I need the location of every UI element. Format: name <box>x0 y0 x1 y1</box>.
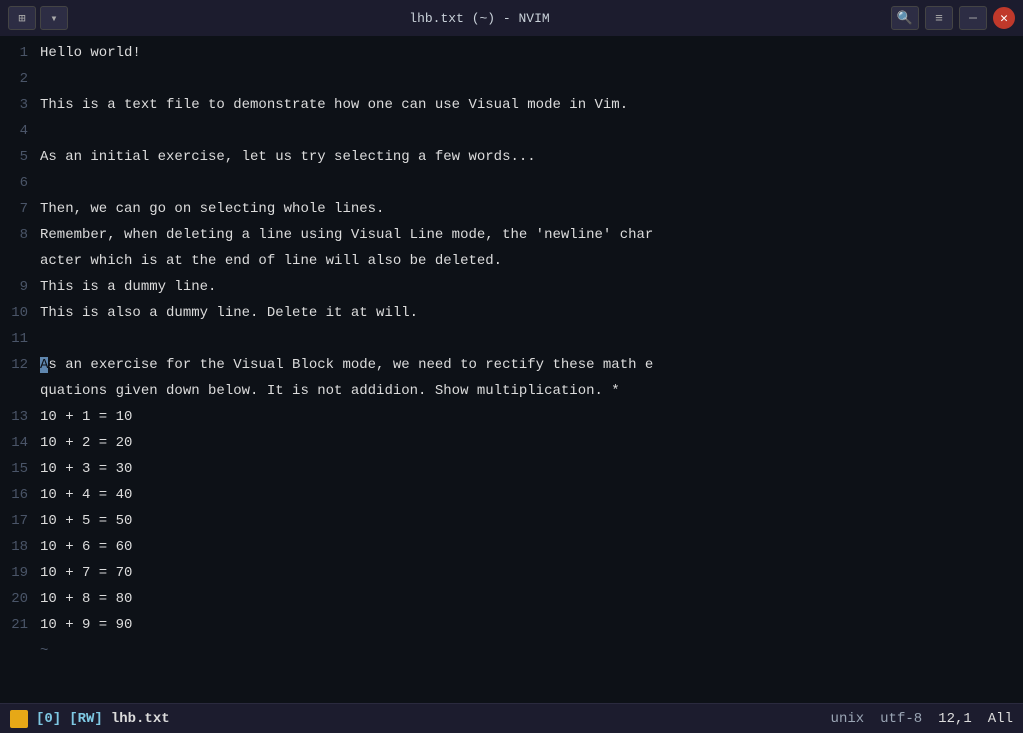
line-content-6 <box>40 170 48 196</box>
line-content-1: Hello world! <box>40 40 141 66</box>
line-content-19: 10 + 7 = 70 <box>40 560 132 586</box>
line-number-5: 5 <box>0 144 40 170</box>
status-indicator <box>10 710 28 728</box>
line-7: 7 Then, we can go on selecting whole lin… <box>0 196 1023 222</box>
line-content-14: 10 + 2 = 20 <box>40 430 132 456</box>
line-number-10: 10 <box>0 300 40 326</box>
statusbar-left: [0] [RW] lhb.txt <box>10 710 170 728</box>
line-16: 16 10 + 4 = 40 <box>0 482 1023 508</box>
status-filename: lhb.txt <box>111 711 170 727</box>
search-icon: 🔍 <box>897 11 913 26</box>
line-19: 19 10 + 7 = 70 <box>0 560 1023 586</box>
line-6: 6 <box>0 170 1023 196</box>
menu-button[interactable]: ≡ <box>925 6 953 30</box>
line-number-1: 1 <box>0 40 40 66</box>
line-content-12: As an exercise for the Visual Block mode… <box>40 352 653 378</box>
cursor: A <box>40 357 48 373</box>
minimize-button[interactable]: ─ <box>959 6 987 30</box>
line-content-20: 10 + 8 = 80 <box>40 586 132 612</box>
line-content-7: Then, we can go on selecting whole lines… <box>40 196 384 222</box>
status-filetype: unix <box>831 711 865 727</box>
line-number-7: 7 <box>0 196 40 222</box>
line-number-15: 15 <box>0 456 40 482</box>
status-rw: [RW] <box>69 711 103 727</box>
line-9: 9 This is a dummy line. <box>0 274 1023 300</box>
line-17: 17 10 + 5 = 50 <box>0 508 1023 534</box>
line-content-13: 10 + 1 = 10 <box>40 404 132 430</box>
line-content-15: 10 + 3 = 30 <box>40 456 132 482</box>
line-number-2: 2 <box>0 66 40 92</box>
line-12: 12 As an exercise for the Visual Block m… <box>0 352 1023 378</box>
line-content-18: 10 + 6 = 60 <box>40 534 132 560</box>
line-number-8: 8 <box>0 222 40 248</box>
titlebar: ⊞ ▾ lhb.txt (~) - NVIM 🔍 ≡ ─ ✕ <box>0 0 1023 36</box>
line-number-18: 18 <box>0 534 40 560</box>
line-content-12-cont: quations given down below. It is not add… <box>40 378 620 404</box>
line-content-8-cont: acter which is at the end of line will a… <box>40 248 502 274</box>
app-icon-button[interactable]: ⊞ <box>8 6 36 30</box>
line-1: 1 Hello world! <box>0 40 1023 66</box>
titlebar-controls: 🔍 ≡ ─ ✕ <box>891 6 1015 30</box>
line-number-14: 14 <box>0 430 40 456</box>
statusbar: [0] [RW] lhb.txt unix utf-8 12,1 All <box>0 703 1023 733</box>
tilde-line: ~ <box>0 638 1023 664</box>
line-content-2 <box>40 66 48 92</box>
line-content-10: This is also a dummy line. Delete it at … <box>40 300 418 326</box>
tilde-content: ~ <box>40 638 48 664</box>
line-number-4: 4 <box>0 118 40 144</box>
line-number-20: 20 <box>0 586 40 612</box>
app-icon: ⊞ <box>18 11 25 26</box>
line-number-21: 21 <box>0 612 40 638</box>
search-button[interactable]: 🔍 <box>891 6 919 30</box>
line-number-19: 19 <box>0 560 40 586</box>
line-5: 5 As an initial exercise, let us try sel… <box>0 144 1023 170</box>
line-content-21: 10 + 9 = 90 <box>40 612 132 638</box>
window-title: lhb.txt (~) - NVIM <box>68 11 891 26</box>
line-10: 10 This is also a dummy line. Delete it … <box>0 300 1023 326</box>
line-2: 2 <box>0 66 1023 92</box>
editor-content: 1 Hello world! 2 3 This is a text file t… <box>0 36 1023 703</box>
line-content-17: 10 + 5 = 50 <box>40 508 132 534</box>
line-18: 18 10 + 6 = 60 <box>0 534 1023 560</box>
status-scroll: All <box>988 711 1013 727</box>
line-number-12: 12 <box>0 352 40 378</box>
editor[interactable]: 1 Hello world! 2 3 This is a text file t… <box>0 36 1023 703</box>
line-number-16: 16 <box>0 482 40 508</box>
titlebar-left: ⊞ ▾ <box>8 6 68 30</box>
status-encoding: utf-8 <box>880 711 922 727</box>
line-content-11 <box>40 326 48 352</box>
close-icon: ✕ <box>1000 11 1008 26</box>
line-12-cont: quations given down below. It is not add… <box>0 378 1023 404</box>
status-position: 12,1 <box>938 711 972 727</box>
statusbar-right: unix utf-8 12,1 All <box>831 711 1013 727</box>
line-content-4 <box>40 118 48 144</box>
line-11: 11 <box>0 326 1023 352</box>
dropdown-icon: ▾ <box>50 11 57 26</box>
menu-icon: ≡ <box>935 11 943 26</box>
line-4: 4 <box>0 118 1023 144</box>
dropdown-button[interactable]: ▾ <box>40 6 68 30</box>
line-number-13: 13 <box>0 404 40 430</box>
line-number-3: 3 <box>0 92 40 118</box>
line-content-9: This is a dummy line. <box>40 274 216 300</box>
close-button[interactable]: ✕ <box>993 7 1015 29</box>
line-3: 3 This is a text file to demonstrate how… <box>0 92 1023 118</box>
line-8: 8 Remember, when deleting a line using V… <box>0 222 1023 248</box>
line-14: 14 10 + 2 = 20 <box>0 430 1023 456</box>
line-number-6: 6 <box>0 170 40 196</box>
line-21: 21 10 + 9 = 90 <box>0 612 1023 638</box>
line-number-11: 11 <box>0 326 40 352</box>
line-13: 13 10 + 1 = 10 <box>0 404 1023 430</box>
status-mode: [0] <box>36 711 61 727</box>
line-content-16: 10 + 4 = 40 <box>40 482 132 508</box>
line-8-cont: acter which is at the end of line will a… <box>0 248 1023 274</box>
line-number-17: 17 <box>0 508 40 534</box>
line-number-9: 9 <box>0 274 40 300</box>
line-content-5: As an initial exercise, let us try selec… <box>40 144 536 170</box>
line-content-3: This is a text file to demonstrate how o… <box>40 92 628 118</box>
line-content-8: Remember, when deleting a line using Vis… <box>40 222 653 248</box>
line-15: 15 10 + 3 = 30 <box>0 456 1023 482</box>
line-20: 20 10 + 8 = 80 <box>0 586 1023 612</box>
minimize-icon: ─ <box>969 11 977 26</box>
